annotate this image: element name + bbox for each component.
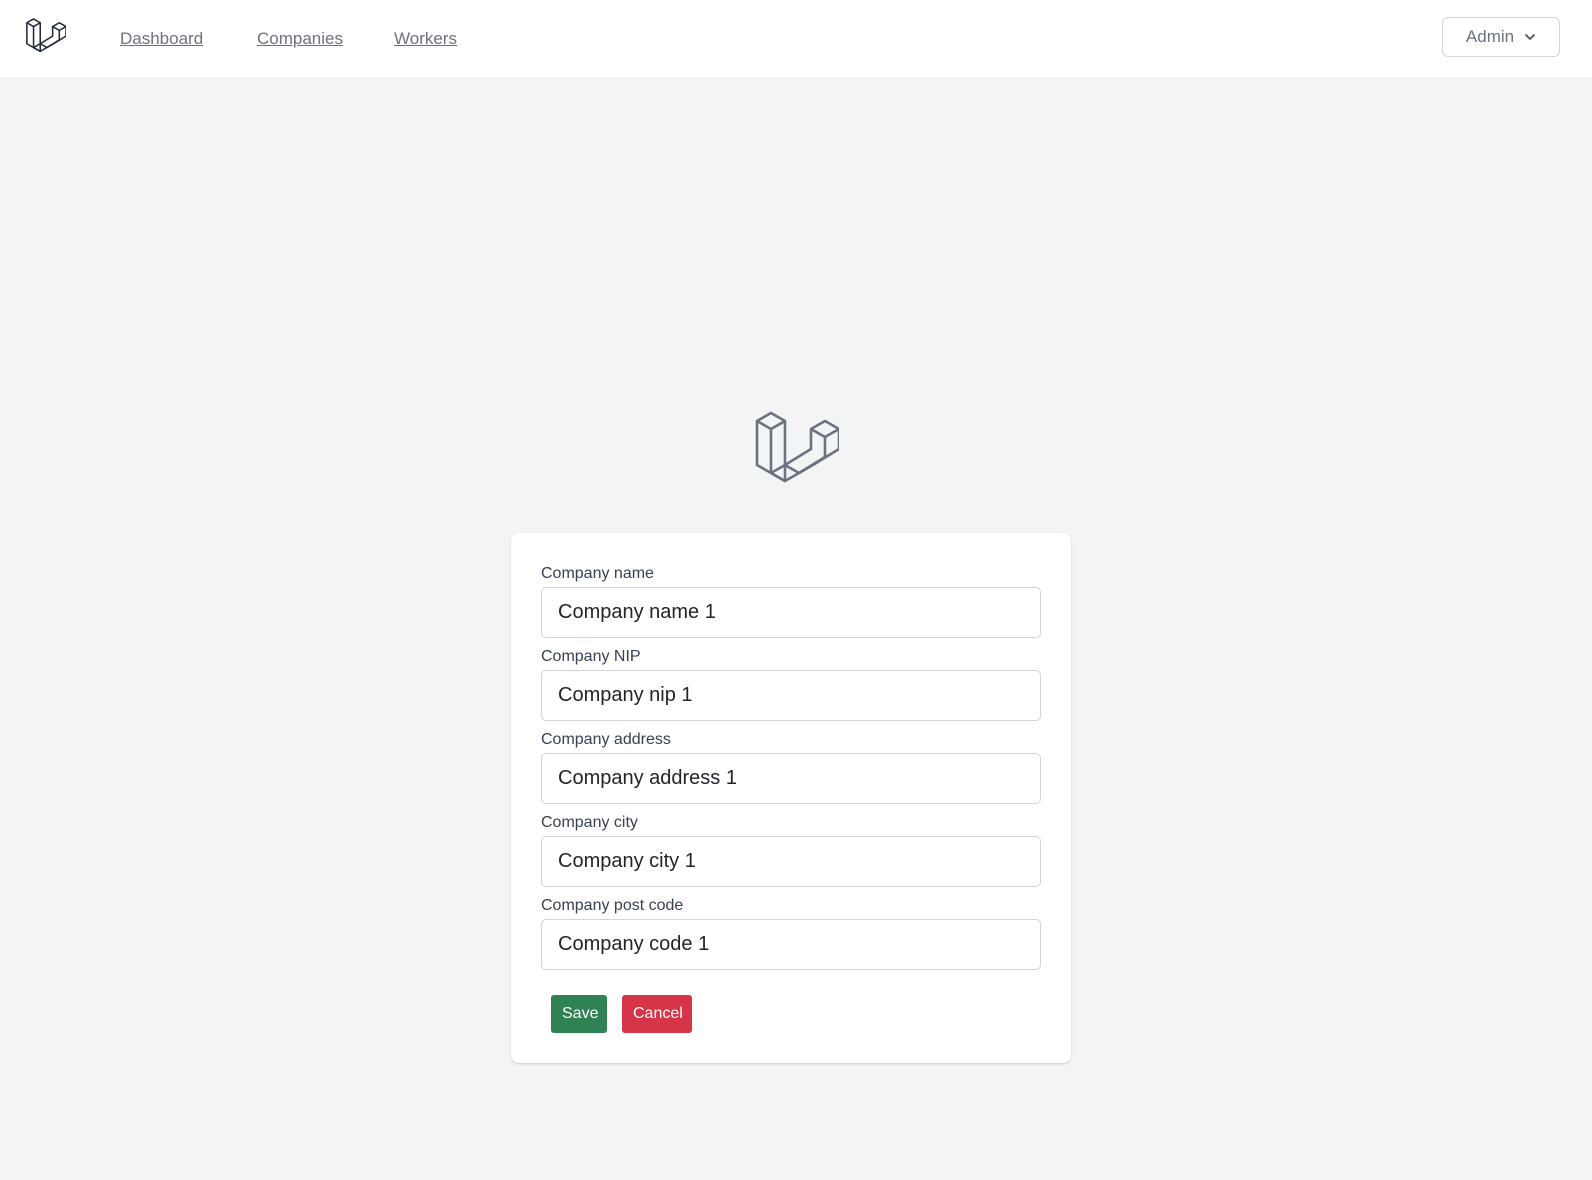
company-post-code-input[interactable] <box>541 919 1041 970</box>
company-name-label: Company name <box>541 565 654 582</box>
top-navigation: Dashboard Companies Workers Admin <box>0 0 1592 78</box>
user-menu-button[interactable]: Admin <box>1442 17 1560 57</box>
cancel-button[interactable]: Cancel <box>622 995 692 1033</box>
company-name-input[interactable] <box>541 587 1041 638</box>
save-button[interactable]: Save <box>551 995 607 1033</box>
company-city-input[interactable] <box>541 836 1041 887</box>
company-nip-input[interactable] <box>541 670 1041 721</box>
company-form-card: Company name Company NIP Company address… <box>511 533 1071 1063</box>
company-city-label: Company city <box>541 814 638 831</box>
company-post-code-label: Company post code <box>541 897 684 914</box>
nav-link-workers[interactable]: Workers <box>394 29 457 49</box>
nav-link-dashboard[interactable]: Dashboard <box>120 29 203 49</box>
company-address-label: Company address <box>541 731 671 748</box>
laravel-logo-icon[interactable] <box>24 17 66 59</box>
company-address-input[interactable] <box>541 753 1041 804</box>
nav-link-companies[interactable]: Companies <box>257 29 343 49</box>
company-nip-label: Company NIP <box>541 648 641 665</box>
user-menu-label: Admin <box>1465 27 1515 46</box>
chevron-down-icon <box>1525 34 1535 40</box>
laravel-logo-icon <box>755 411 839 483</box>
